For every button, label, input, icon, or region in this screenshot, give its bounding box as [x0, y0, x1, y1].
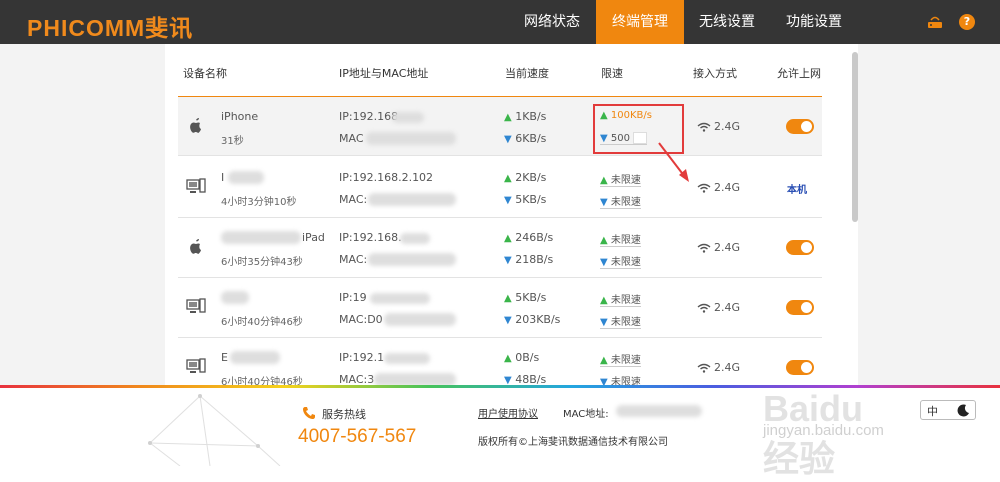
ip-address: IP:192.1 [339, 351, 385, 364]
help-icon[interactable]: ? [959, 14, 975, 30]
moon-icon [957, 404, 969, 417]
pc-icon [186, 178, 206, 193]
user-agreement-link[interactable]: 用户使用协议 [478, 405, 538, 420]
header-ip-mac: IP地址与MAC地址 [339, 67, 429, 80]
language-switch[interactable]: 中 [920, 400, 976, 420]
allow-internet-toggle[interactable] [786, 119, 814, 134]
download-speed: ▼ 203KB/s [504, 313, 561, 326]
table-row[interactable]: E 6小时40分钟46秒 IP:192.1 MAC:3 ▲ 0B/s ▼ 48B… [178, 338, 822, 386]
this-device-label: 本机 [787, 185, 807, 196]
ip-address: IP:192.168. [339, 231, 402, 244]
upload-speed: ▲ 1KB/s [504, 110, 547, 123]
language-label: 中 [927, 405, 938, 418]
watermark-sub: jingyan.baidu.com [763, 422, 884, 439]
download-speed: ▼ 6KB/s [504, 132, 547, 145]
header-allow-internet: 允许上网 [777, 67, 821, 80]
download-limit-input[interactable]: ▼ 500 [600, 132, 647, 145]
hotline-number: 4007-567-567 [298, 426, 417, 447]
tab-network-status[interactable]: 网络状态 [512, 0, 592, 44]
device-table: 设备名称 IP地址与MAC地址 当前速度 限速 接入方式 允许上网 iPhone… [165, 44, 858, 386]
allow-internet-toggle[interactable] [786, 240, 814, 255]
tab-wireless-settings[interactable]: 无线设置 [688, 0, 766, 44]
network-decoration [148, 394, 281, 466]
header-device-name: 设备名称 [183, 67, 227, 80]
pc-icon [186, 298, 206, 313]
ip-address: IP:192.168 [339, 110, 399, 123]
router-icon[interactable] [926, 13, 944, 31]
online-time: 6小时40分钟46秒 [221, 317, 303, 328]
upload-speed: ▲ 2KB/s [504, 171, 547, 184]
download-limit[interactable]: ▼ 未限速 [600, 253, 641, 269]
access-mode: 2.4G [714, 181, 741, 194]
wifi-icon [697, 363, 711, 373]
wifi-icon [697, 243, 711, 253]
apple-icon [190, 239, 201, 254]
device-name: iPhone [221, 110, 259, 123]
mac-address: MAC: [339, 253, 368, 266]
device-name: E [221, 351, 228, 364]
allow-internet-toggle[interactable] [786, 360, 814, 375]
table-row[interactable]: iPhone 31秒 IP:192.168 MAC ▲ 1KB/s ▼ 6KB/… [178, 96, 822, 156]
tab-function-settings[interactable]: 功能设置 [772, 0, 856, 44]
upload-speed: ▲ 5KB/s [504, 291, 547, 304]
content-area: 设备名称 IP地址与MAC地址 当前速度 限速 接入方式 允许上网 iPhone… [0, 44, 1000, 386]
wifi-icon [697, 122, 711, 132]
annotation-arrow [658, 142, 689, 182]
table-row[interactable]: 6小时40分钟46秒 IP:19 MAC:D0 ▲ 5KB/s ▼ 203KB/… [178, 278, 822, 338]
upload-limit[interactable]: ▲ 未限速 [600, 351, 641, 367]
online-time: 4小时3分钟10秒 [221, 197, 297, 208]
hotline-label: 服务热线 [322, 408, 366, 421]
download-limit[interactable]: ▼ 未限速 [600, 193, 641, 209]
allow-internet-toggle[interactable] [786, 300, 814, 315]
phicomm-logo: PHICOMM斐讯 [27, 15, 194, 41]
device-name: I [221, 171, 225, 184]
upload-speed: ▲ 246B/s [504, 231, 554, 244]
copyright: 版权所有©上海斐讯数据通信技术有限公司 [478, 437, 668, 448]
online-time: 6小时35分钟43秒 [221, 257, 303, 268]
download-limit[interactable]: ▼ 未限速 [600, 313, 641, 329]
header-access-mode: 接入方式 [693, 67, 737, 80]
upload-speed: ▲ 0B/s [504, 351, 540, 364]
wifi-icon [697, 303, 711, 313]
tab-terminal-management[interactable]: 终端管理 [596, 0, 684, 44]
mac-address: MAC [339, 132, 364, 145]
ip-address: IP:19 [339, 291, 367, 304]
top-bar: PHICOMM斐讯 网络状态 终端管理 无线设置 功能设置 ? [0, 0, 1000, 44]
download-speed: ▼ 5KB/s [504, 193, 547, 206]
scrollbar[interactable] [852, 52, 858, 222]
ip-address: IP:192.168.2.102 [339, 171, 434, 184]
device-name: iPad [302, 231, 325, 244]
access-mode: 2.4G [714, 361, 741, 374]
apple-icon [190, 118, 201, 133]
wifi-icon [697, 183, 711, 193]
access-mode: 2.4G [714, 241, 741, 254]
table-row[interactable]: I 4小时3分钟10秒 IP:192.168.2.102 MAC: ▲ 2KB/… [178, 158, 822, 218]
header-speed-limit: 限速 [601, 67, 623, 80]
access-mode: 2.4G [714, 301, 741, 314]
mac-address-label: MAC地址: [563, 409, 609, 420]
mac-address: MAC:D0 [339, 313, 383, 326]
upload-limit[interactable]: ▲ 100KB/s [600, 110, 652, 121]
upload-limit[interactable]: ▲ 未限速 [600, 231, 641, 247]
pc-icon [186, 358, 206, 373]
mac-address: MAC: [339, 193, 368, 206]
header-current-speed: 当前速度 [505, 67, 549, 80]
download-speed: ▼ 218B/s [504, 253, 554, 266]
access-mode: 2.4G [714, 120, 741, 133]
phone-icon [303, 407, 315, 419]
online-time: 31秒 [221, 136, 244, 147]
upload-limit[interactable]: ▲ 未限速 [600, 291, 641, 307]
upload-limit[interactable]: ▲ 未限速 [600, 171, 641, 187]
table-row[interactable]: iPad 6小时35分钟43秒 IP:192.168. MAC: ▲ 246B/… [178, 218, 822, 278]
